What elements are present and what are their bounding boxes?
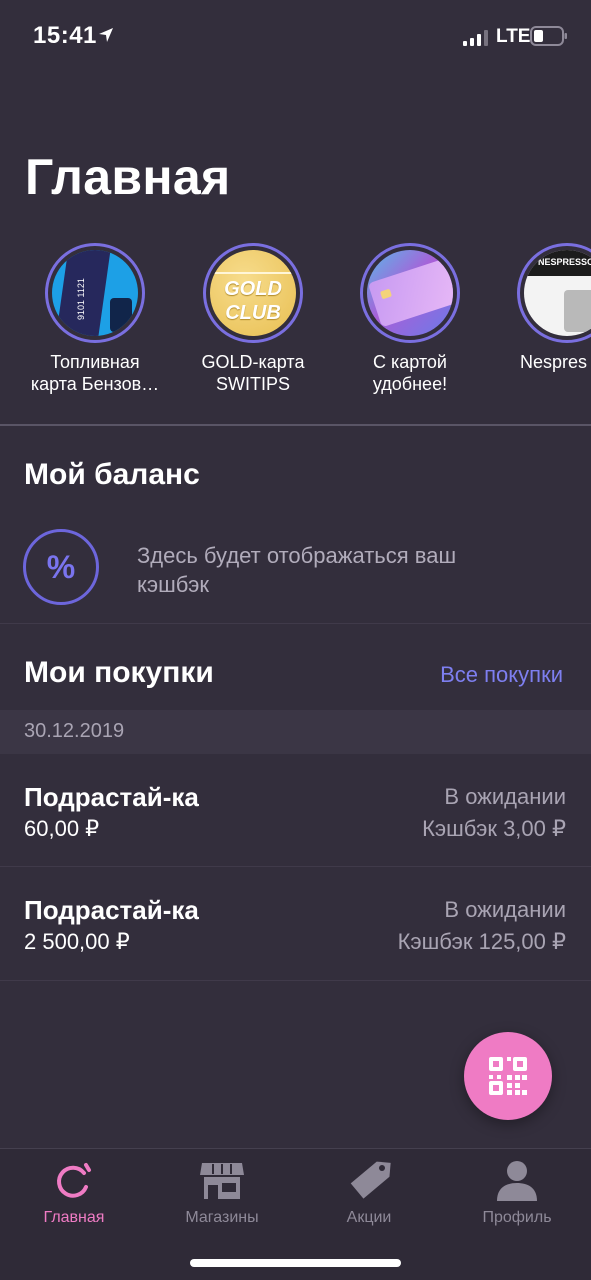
percent-icon-symbol: % [46,548,76,585]
story-ring: NESPRESSO [517,243,591,343]
story-fuel-card-image: 9101 1121 [52,250,138,336]
tag-icon [350,1161,391,1199]
divider [0,623,591,624]
balance-title: Мой баланс [24,458,200,491]
location-arrow-icon [99,28,113,42]
purchase-cashback: Кэшбэк 3,00 ₽ [422,816,566,841]
story-gold-card[interactable]: GOLD CLUB GOLD-карта SWITIPS [168,243,338,395]
story-ring [360,243,460,343]
story-gold-text: GOLD [224,278,282,300]
battery-icon [530,26,567,46]
story-label: Nespres [520,352,588,372]
tab-profile[interactable]: Профиль [443,1159,591,1227]
signal-icon [463,30,488,46]
tab-home[interactable]: Главная [0,1159,148,1227]
purchase-row[interactable]: Подрастай-ка 2 500,00 ₽ В ожидании Кэшбэ… [0,867,591,979]
qr-code-button[interactable] [464,1032,552,1120]
purchase-store-name: Подрастай-ка [24,782,199,812]
tab-label: Акции [346,1209,392,1226]
purchase-cashback: Кэшбэк 125,00 ₽ [397,929,566,954]
story-fuel-card[interactable]: 9101 1121 Топливная карта Бензов… [10,243,180,395]
purchase-status: В ожидании [444,897,566,922]
stories-carousel[interactable]: 9101 1121 Топливная карта Бензов… GOLD C… [0,243,591,413]
purchase-amount: 60,00 ₽ [24,816,100,841]
balance-placeholder-text: Здесь будет отображаться ваш кэшбэк [137,543,457,597]
network-type: LTE [496,26,531,47]
story-label: Топливная карта Бензов… [30,352,160,394]
story-nespresso[interactable]: NESPRESSO Nespres [482,243,591,373]
tab-label: Магазины [185,1209,259,1226]
all-purchases-link[interactable]: Все покупки [440,662,563,688]
divider [0,980,591,981]
purchases-title: Мои покупки [24,656,214,689]
tab-promotions[interactable]: Акции [295,1159,443,1227]
date-header: 30.12.2019 [0,710,591,754]
story-label: С картой удобнее! [372,352,448,394]
story-club-text: CLUB [225,302,281,324]
story-card-convenient-image [367,250,453,336]
profile-icon [497,1161,537,1201]
story-card-convenient[interactable]: С картой удобнее! [325,243,495,395]
story-gold-card-image: GOLD CLUB [210,250,296,336]
home-swirl-icon [57,1163,91,1198]
purchase-date: 30.12.2019 [24,720,125,742]
story-nespresso-image: NESPRESSO [524,250,591,336]
purchase-store-name: Подрастай-ка [24,895,199,925]
purchase-status: В ожидании [444,784,566,809]
page-title: Главная [25,149,231,205]
status-bar: 15:41 LTE [0,0,591,70]
story-nespresso-text: NESPRESSO [538,257,591,267]
story-label: GOLD-карта SWITIPS [201,352,305,394]
tab-stores[interactable]: Магазины [148,1159,296,1227]
status-time: 15:41 [33,22,97,49]
story-card-number: 9101 1121 [76,278,86,320]
story-ring: GOLD CLUB [203,243,303,343]
purchase-amount: 2 500,00 ₽ [24,929,130,954]
store-icon [200,1163,244,1199]
percent-icon: % [23,529,99,605]
home-indicator[interactable] [190,1259,401,1267]
story-ring: 9101 1121 [45,243,145,343]
tab-label: Профиль [482,1209,552,1226]
divider [0,424,591,426]
purchase-row[interactable]: Подрастай-ка 60,00 ₽ В ожидании Кэшбэк 3… [0,754,591,866]
qr-code-icon [489,1057,527,1095]
tab-label: Главная [43,1209,105,1226]
